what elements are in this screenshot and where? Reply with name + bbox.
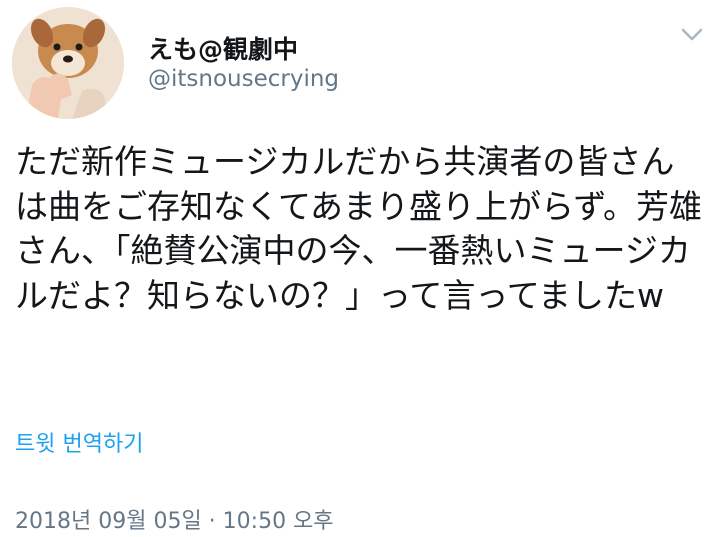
- puppy-avatar-icon: [12, 7, 124, 119]
- translate-tweet-link[interactable]: 트윗 번역하기: [15, 426, 143, 458]
- display-name[interactable]: えも@観劇中: [148, 30, 298, 66]
- user-handle[interactable]: @itsnousecrying: [148, 66, 339, 92]
- avatar[interactable]: [12, 7, 124, 119]
- tweet-timestamp[interactable]: 2018년 09월 05일 · 10:50 오후: [15, 503, 334, 535]
- chevron-down-icon[interactable]: [680, 26, 704, 44]
- tweet-text: ただ新作ミュージカルだから共演者の皆さんは曲をご存知なくてあまり盛り上がらず。芳…: [15, 142, 703, 315]
